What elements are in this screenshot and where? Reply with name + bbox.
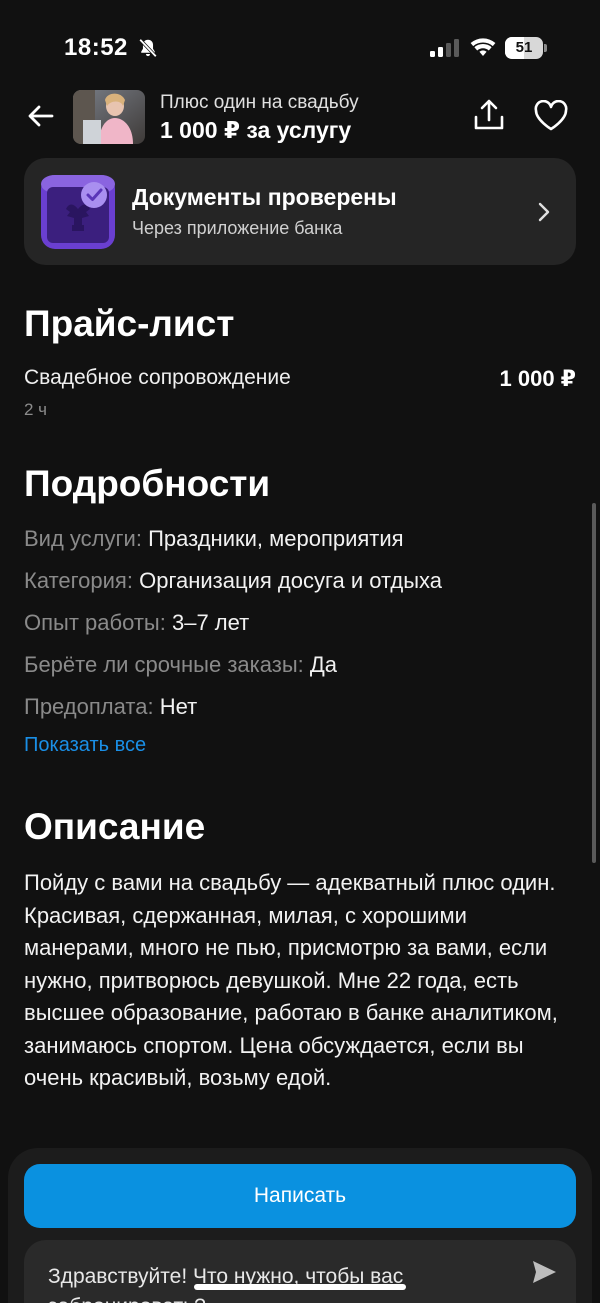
chevron-right-icon <box>538 202 550 222</box>
back-arrow-icon[interactable] <box>26 101 56 131</box>
listing-thumbnail[interactable] <box>73 90 145 144</box>
verification-title: Документы проверены <box>132 184 397 210</box>
detail-value: Да <box>309 652 338 677</box>
share-icon[interactable] <box>472 98 506 132</box>
service-name: Свадебное сопровождение <box>24 366 291 389</box>
service-duration: 2 ч <box>24 400 48 419</box>
documents-verified-card[interactable]: Документы проверены Через приложение бан… <box>24 158 576 265</box>
heart-icon[interactable] <box>533 100 569 132</box>
service-price: 1 000 ₽ <box>499 366 576 391</box>
status-time: 18:52 <box>64 34 128 61</box>
detail-label: Вид услуги: <box>24 526 142 551</box>
details-heading: Подробности <box>24 463 271 504</box>
detail-label: Предоплата: <box>24 694 154 719</box>
listing-header: Плюс один на свадьбу 1 000 ₽ за услугу <box>0 88 600 148</box>
detail-value: 3–7 лет <box>171 610 250 635</box>
header-title: Плюс один на свадьбу <box>160 92 359 113</box>
battery-level: 51 <box>515 39 533 56</box>
send-icon[interactable] <box>530 1258 558 1286</box>
show-all-link[interactable]: Показать все <box>24 734 146 757</box>
bell-muted-icon <box>139 38 157 58</box>
detail-row-category: Категория: Организация досуга и отдыха <box>24 568 442 594</box>
detail-value: Нет <box>159 694 198 719</box>
detail-row-prepayment: Предоплата: Нет <box>24 694 197 720</box>
detail-value: Праздники, мероприятия <box>148 526 404 551</box>
cellular-signal-icon <box>430 39 459 57</box>
detail-label: Опыт работы: <box>24 610 166 635</box>
detail-label: Берёте ли срочные заказы: <box>24 652 304 677</box>
message-input[interactable]: Здравствуйте! Что нужно, чтобы вас забро… <box>24 1240 576 1303</box>
verification-subtitle: Через приложение банка <box>132 218 343 238</box>
scrollbar[interactable] <box>592 503 596 863</box>
description-text: Пойду с вами на свадьбу — адекватный плю… <box>24 870 558 1090</box>
price-list-heading: Прайс-лист <box>24 303 235 344</box>
detail-value: Организация досуга и отдыха <box>139 568 442 593</box>
detail-row-experience: Опыт работы: 3–7 лет <box>24 610 249 636</box>
detail-row-service-type: Вид услуги: Праздники, мероприятия <box>24 526 404 552</box>
description-heading: Описание <box>24 806 206 847</box>
message-input-text[interactable]: Здравствуйте! Что нужно, чтобы вас забро… <box>48 1262 518 1303</box>
status-bar: 18:52 51 <box>0 0 600 90</box>
write-message-button[interactable]: Написать <box>24 1164 576 1228</box>
header-price: 1 000 ₽ за услугу <box>160 117 352 143</box>
home-indicator[interactable] <box>194 1284 406 1290</box>
verified-document-icon <box>41 175 115 249</box>
detail-label: Категория: <box>24 568 133 593</box>
battery-indicator: 51 <box>505 37 547 59</box>
detail-row-urgent-orders: Берёте ли срочные заказы: Да <box>24 652 337 678</box>
wifi-icon <box>470 38 496 56</box>
